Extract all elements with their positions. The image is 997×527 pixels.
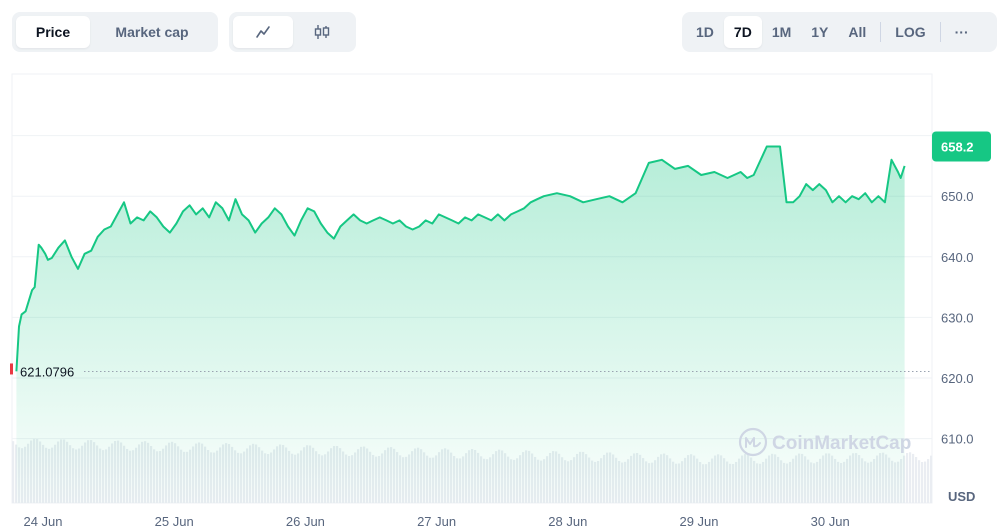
x-tick-label: 26 Jun [286,514,325,527]
watermark-text: CoinMarketCap [772,433,911,454]
start-price-label: 621.0796 [20,364,74,379]
y-tick-label: 650.0 [941,189,974,204]
volume-bar [930,455,933,503]
volume-bar [915,457,918,503]
current-price-label: 658.2 [941,140,974,155]
y-tick-label: 640.0 [941,250,974,265]
volume-bar [927,459,930,503]
y-axis-unit: USD [948,489,975,504]
volume-bar [918,460,921,503]
x-axis: 24 Jun 25 Jun 26 Jun 27 Jun 28 Jun 29 Jun 30 J… [23,514,849,527]
x-tick-label: 25 Jun [155,514,194,527]
price-chart[interactable]: 621.0796 610.0 620.0 630.0 640.0 650.0 24 Ju… [0,0,997,527]
y-tick-label: 630.0 [941,310,974,325]
volume-bar [921,461,924,503]
volume-bar [906,452,909,503]
y-tick-label: 610.0 [941,432,974,447]
y-tick-label: 620.0 [941,371,974,386]
x-tick-label: 30 Jun [811,514,850,527]
x-tick-label: 27 Jun [417,514,456,527]
start-price-marker [10,363,13,375]
volume-bar [912,453,915,503]
volume-bar [909,452,912,503]
volume-bar [12,441,15,503]
x-tick-label: 29 Jun [679,514,718,527]
x-tick-label: 24 Jun [23,514,62,527]
volume-bar [924,461,927,503]
y-axis: 610.0 620.0 630.0 640.0 650.0 [941,189,974,446]
x-tick-label: 28 Jun [548,514,587,527]
